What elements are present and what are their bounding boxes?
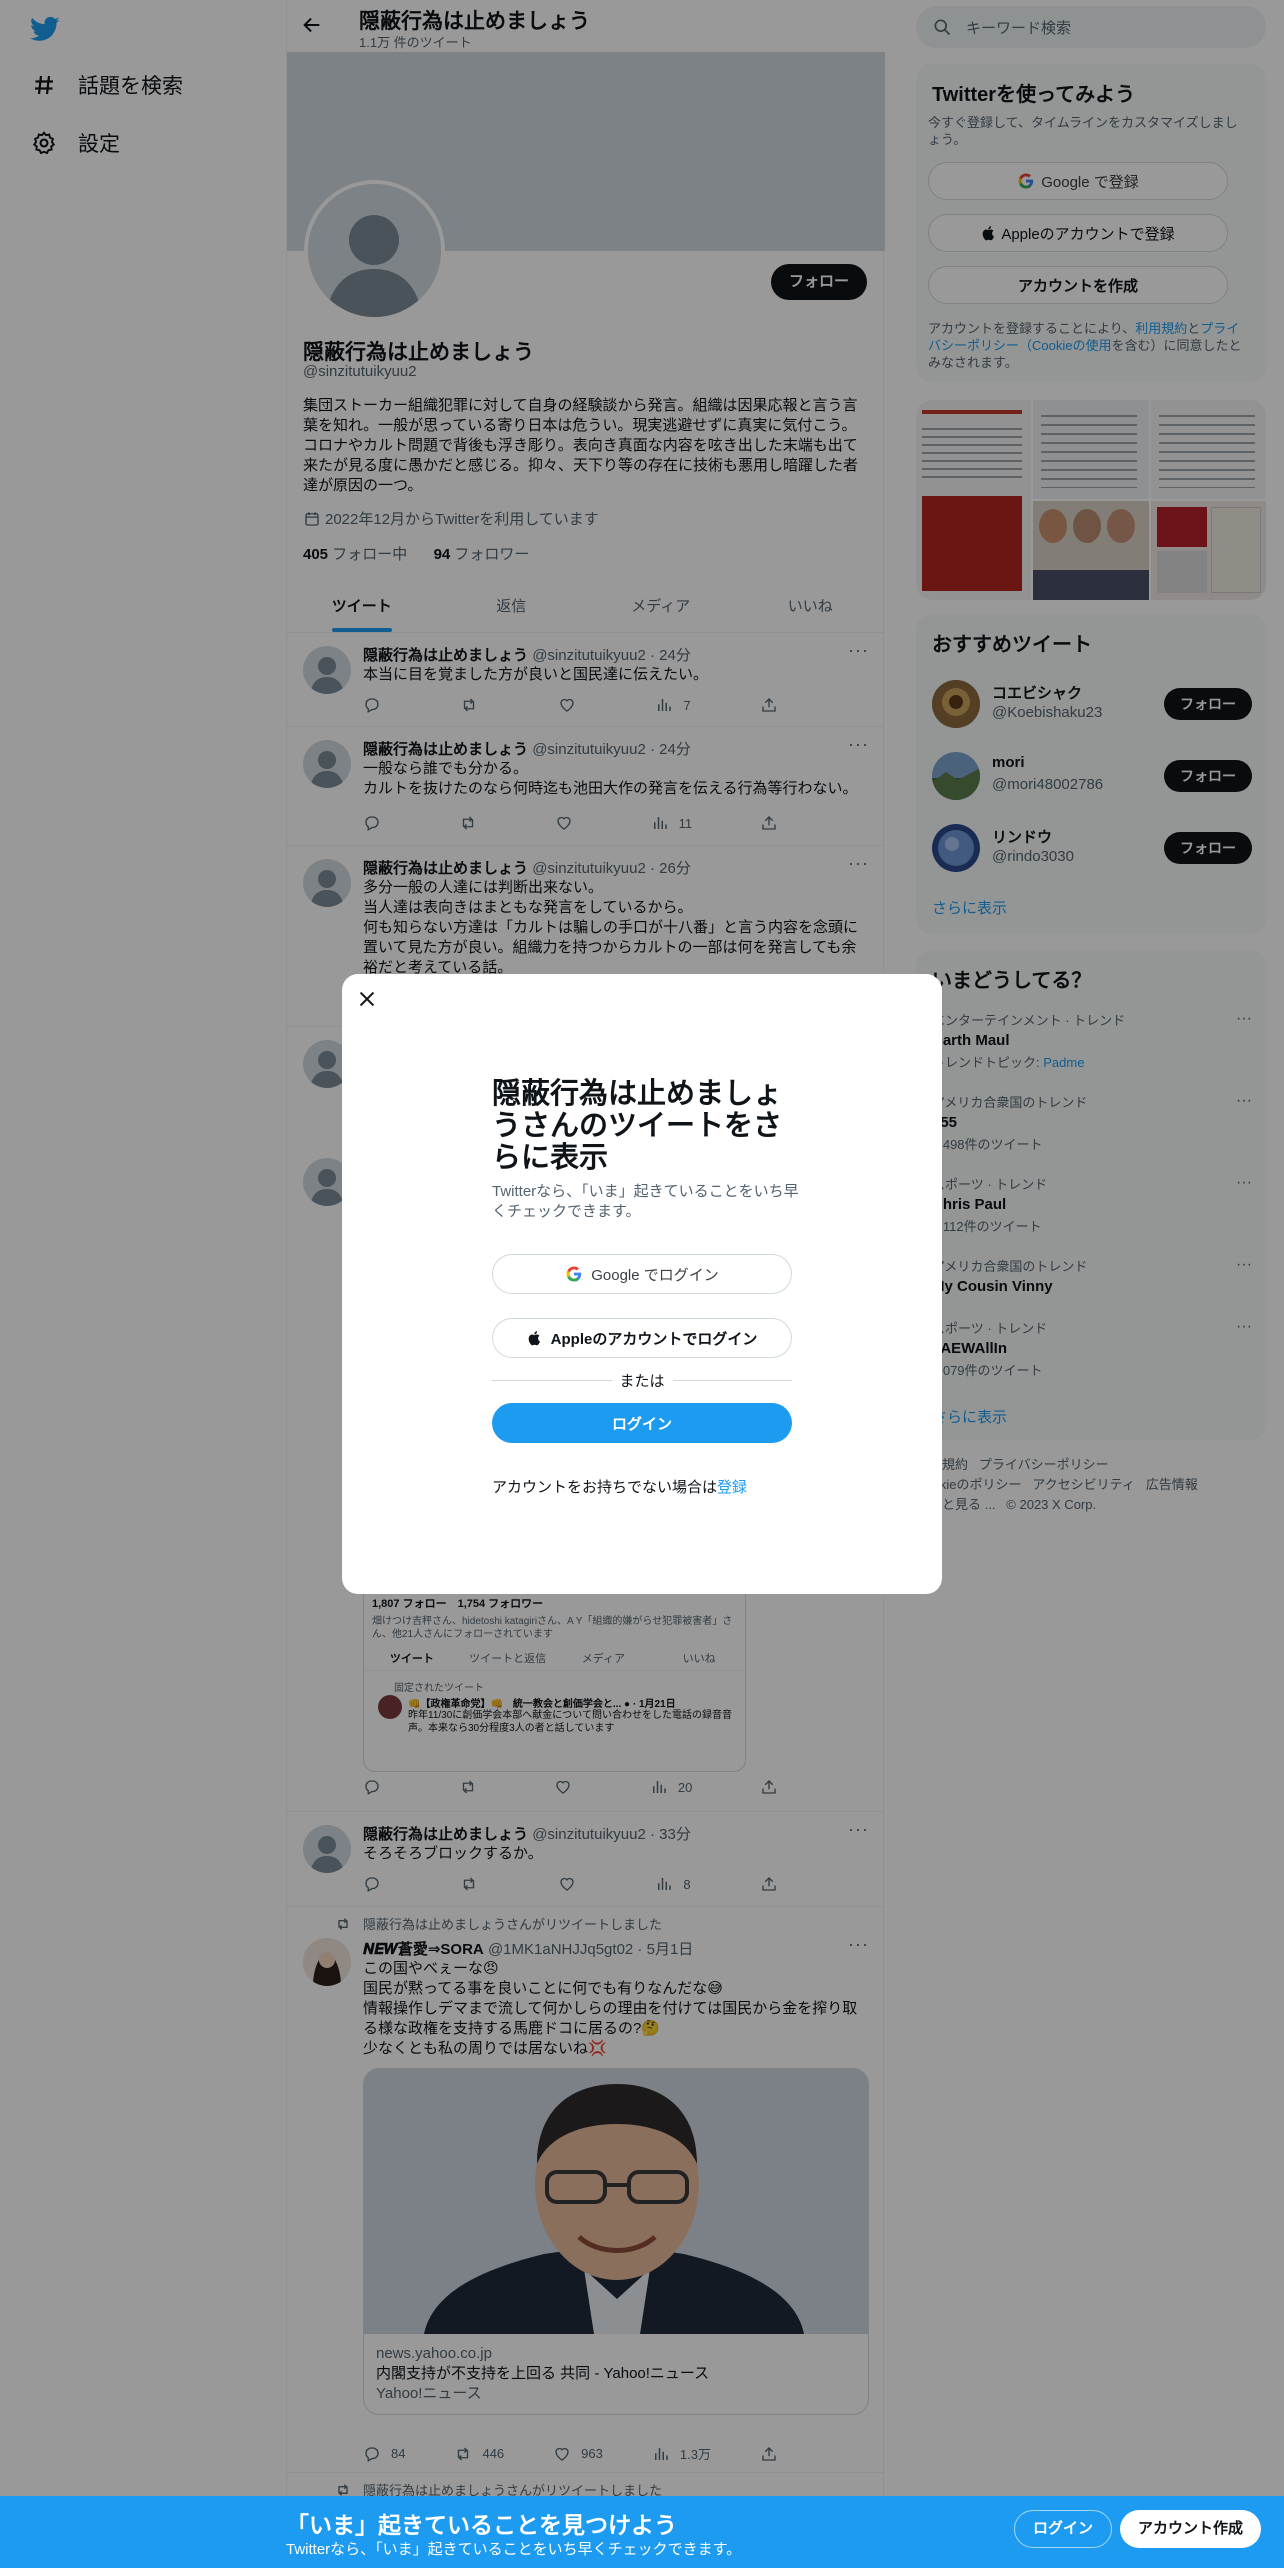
bottom-bar-subtitle: Twitterなら、「いま」起きていることをいち早くチェックできます。 xyxy=(286,2541,742,2558)
bottom-login-button[interactable]: ログイン xyxy=(1014,2510,1113,2548)
apple-icon xyxy=(528,1331,540,1346)
login-button[interactable]: ログイン xyxy=(492,1403,792,1443)
signup-prompt-text: アカウントをお持ちでない場合は xyxy=(492,1479,718,1496)
modal-subtitle: Twitterなら、「いま」起きていることをいち早くチェックできます。 xyxy=(492,1183,799,1220)
bottom-signup-bar: 「いま」起きていることを見つけよう Twitterなら、「いま」起きていることを… xyxy=(0,2496,1284,2568)
apple-login-button[interactable]: Appleのアカウントでログイン xyxy=(492,1318,792,1358)
bottom-bar-title: 「いま」起きていることを見つけよう xyxy=(286,2512,677,2538)
signup-prompt: アカウントをお持ちでない場合は登録 xyxy=(492,1476,747,1497)
apple-login-label: Appleのアカウントでログイン xyxy=(550,1330,758,1348)
close-icon[interactable] xyxy=(356,988,378,1010)
or-label: または xyxy=(619,1372,665,1390)
bottom-signup-button[interactable]: アカウント作成 xyxy=(1120,2510,1262,2548)
signup-link[interactable]: 登録 xyxy=(717,1479,747,1496)
modal-title: 隠蔽行為は止めましょうさんのツイートをさらに表示 xyxy=(492,1078,783,1174)
login-modal: 隠蔽行為は止めましょうさんのツイートをさらに表示 Twitterなら、「いま」起… xyxy=(342,974,942,1594)
or-divider: または xyxy=(492,1370,793,1390)
google-icon xyxy=(566,1266,582,1282)
google-login-button[interactable]: Google でログイン xyxy=(492,1254,792,1294)
google-login-label: Google でログイン xyxy=(591,1266,719,1284)
